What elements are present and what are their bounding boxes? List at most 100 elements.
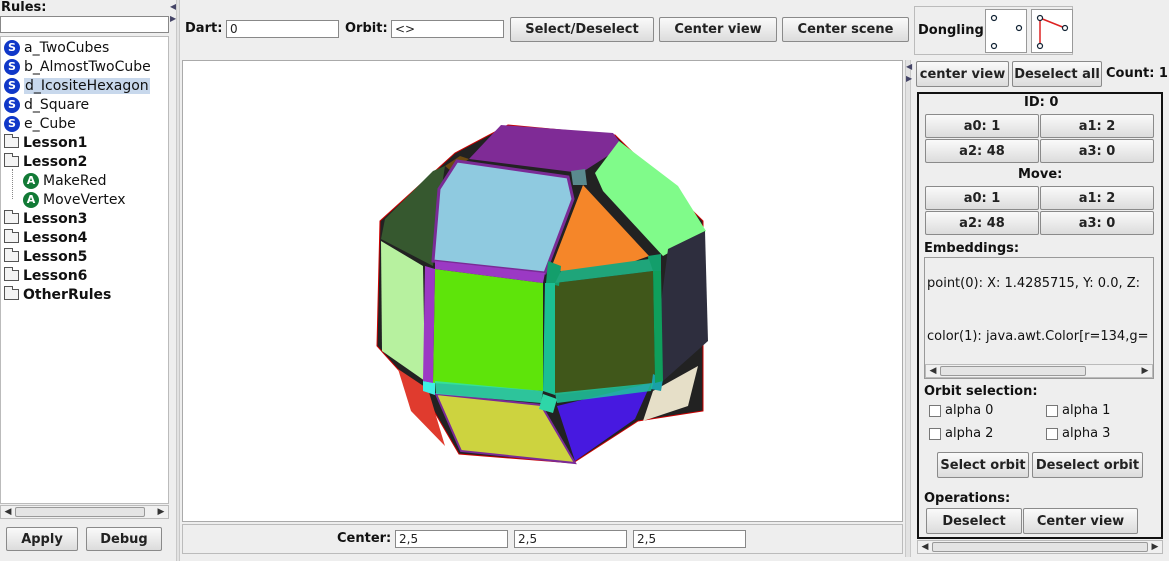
tree-item-rule[interactable]: Se_Cube [4,114,76,133]
folder-icon [4,229,19,243]
scroll-left-arrow-icon[interactable]: ◀ [919,541,931,553]
tree-item-rule[interactable]: Sd_Square [4,95,89,114]
scroll-right-arrow-icon[interactable]: ▶ [1139,365,1151,377]
center-z-input[interactable]: 2,5 [633,530,746,548]
center-y-input[interactable]: 2,5 [514,530,627,548]
alpha2-button[interactable]: a2: 48 [925,139,1039,163]
alpha3-checkbox-label: alpha 3 [1062,426,1111,441]
dart-inspector: ID: 0 a0: 1 a1: 2 a2: 48 a3: 0 Move: a0:… [917,92,1163,539]
dongling-group: Dongling: [914,6,1073,55]
tree-item-action[interactable]: A MakeRed [23,171,106,190]
action-a-icon: A [23,191,39,208]
apply-button[interactable]: Apply [6,527,78,551]
polyhedron-render [376,124,708,465]
center-view-button[interactable]: Center view [659,17,777,42]
orbit-input[interactable]: <> [391,20,504,38]
alpha2-checkbox[interactable] [929,428,941,440]
tree-folder[interactable]: OtherRules [4,285,111,304]
tree-folder[interactable]: Lesson2 [4,152,87,171]
rule-s-icon: S [4,58,20,75]
tree-folder[interactable]: Lesson6 [4,266,87,285]
select-orbit-button[interactable]: Select orbit [937,452,1029,478]
center-view-small-button[interactable]: center view [916,61,1009,87]
embedding-color-value[interactable]: color(1): java.awt.Color[r=134,g= [927,329,1148,344]
scroll-thumb[interactable] [932,542,1148,552]
tree-connector-line [12,169,13,199]
rules-title: Rules: [1,0,47,15]
debug-button[interactable]: Debug [86,527,162,551]
alpha3-checkbox[interactable] [1046,428,1058,440]
folder-icon [4,134,19,148]
collapse-arrow-icon[interactable]: ◀ [906,62,912,71]
dart-label: Dart: [185,21,223,36]
alpha0-checkbox[interactable] [929,405,941,417]
deselect-orbit-button[interactable]: Deselect orbit [1032,452,1143,478]
dart-id-label: ID: 0 [1024,95,1059,110]
scroll-thumb[interactable] [15,507,145,517]
folder-open-icon [4,153,19,167]
rule-s-icon: S [4,39,20,56]
rule-search-input[interactable] [0,16,169,33]
deselect-button[interactable]: Deselect [926,508,1022,534]
folder-icon [4,248,19,262]
alpha1-checkbox-label: alpha 1 [1062,403,1111,418]
select-deselect-button[interactable]: Select/Deselect [510,17,654,42]
center-label: Center: [337,531,392,546]
move-alpha0-button[interactable]: a0: 1 [925,186,1039,210]
3d-viewport[interactable] [182,60,903,522]
move-alpha1-button[interactable]: a1: 2 [1040,186,1154,210]
alpha1-button[interactable]: a1: 2 [1040,114,1154,138]
right-panel-horizontal-scrollbar[interactable]: ◀ ▶ [917,540,1163,554]
alpha0-checkbox-label: alpha 0 [945,403,994,418]
tree-horizontal-scrollbar[interactable]: ◀ ▶ [0,505,169,519]
folder-icon [4,286,19,300]
rule-tree: Sa_TwoCubes Sb_AlmostTwoCube Sd_IcositeH… [0,36,169,504]
deselect-all-button[interactable]: Deselect all [1012,61,1102,87]
folder-icon [4,210,19,224]
scroll-thumb[interactable] [940,366,1086,376]
embedding-point-value[interactable]: point(0): X: 1.4285715, Y: 0.0, Z: [927,276,1140,291]
alpha0-button[interactable]: a0: 1 [925,114,1039,138]
scroll-right-arrow-icon[interactable]: ▶ [1149,541,1161,553]
tree-folder[interactable]: Lesson3 [4,209,87,228]
operations-label: Operations: [924,491,1011,506]
tree-item-rule[interactable]: Sb_AlmostTwoCube [4,57,151,76]
dongling-label: Dongling: [918,23,989,38]
orbit-selection-label: Orbit selection: [924,384,1038,399]
embeddings-label: Embeddings: [924,241,1020,256]
tree-folder[interactable]: Lesson4 [4,228,87,247]
alpha3-button[interactable]: a3: 0 [1040,139,1154,163]
split-divider[interactable] [176,0,180,561]
move-alpha3-button[interactable]: a3: 0 [1040,211,1154,235]
dongling-lines-icon[interactable] [1031,9,1073,53]
tree-item-action[interactable]: A MoveVertex [23,190,126,209]
split-divider[interactable] [905,60,911,557]
alpha1-checkbox[interactable] [1046,405,1058,417]
center-x-input[interactable]: 2,5 [395,530,508,548]
move-alpha2-button[interactable]: a2: 48 [925,211,1039,235]
alpha2-checkbox-label: alpha 2 [945,426,994,441]
embeddings-list: point(0): X: 1.4285715, Y: 0.0, Z: color… [924,257,1154,379]
scroll-left-arrow-icon[interactable]: ◀ [2,506,14,518]
embeddings-horizontal-scrollbar[interactable]: ◀ ▶ [925,364,1153,378]
scroll-right-arrow-icon[interactable]: ▶ [155,506,167,518]
dart-input[interactable]: 0 [226,20,339,38]
rule-s-icon: S [4,96,20,113]
count-label: Count: 1 [1106,66,1168,81]
folder-icon [4,267,19,281]
center-view-operation-button[interactable]: Center view [1023,508,1138,534]
scroll-left-arrow-icon[interactable]: ◀ [927,365,939,377]
dongling-dots-icon[interactable] [985,9,1027,53]
move-label: Move: [1018,167,1063,182]
action-a-icon: A [23,172,39,189]
collapse-arrow-icon[interactable]: ▶ [906,74,912,83]
tree-folder[interactable]: Lesson1 [4,133,87,152]
center-scene-button[interactable]: Center scene [782,17,909,42]
rule-s-icon: S [4,115,20,132]
rule-s-icon: S [4,77,20,94]
left-panel: Rules: ◀ ▶ Sa_TwoCubes Sb_AlmostTwoCube … [0,0,176,561]
tree-item-rule[interactable]: Sa_TwoCubes [4,38,109,57]
tree-folder[interactable]: Lesson5 [4,247,87,266]
orbit-label: Orbit: [345,21,388,36]
tree-item-rule-selected[interactable]: Sd_IcositeHexagon [4,76,150,95]
